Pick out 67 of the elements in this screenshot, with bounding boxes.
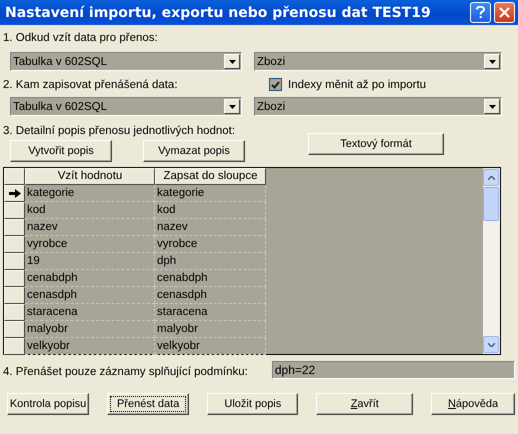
table-cell: cenasdph xyxy=(25,287,155,304)
row-header[interactable] xyxy=(4,321,25,338)
table-cell: kategorie xyxy=(155,185,266,202)
table-cell: cenabdph xyxy=(25,270,155,287)
table-cell: malyobr xyxy=(155,321,266,338)
table-cell: kategorie xyxy=(25,185,155,202)
table-cell: nazev xyxy=(25,219,155,236)
checkbox-label: Indexy měnit až po importu xyxy=(288,78,426,90)
dialog-button[interactable]: Zavřít xyxy=(316,393,414,415)
scroll-up-icon[interactable] xyxy=(483,169,499,186)
dialog-button[interactable]: Přenést data xyxy=(107,393,190,415)
table-cell: vyrobce xyxy=(25,236,155,253)
section-label: 4. Přenášet pouze záznamy splňující podmínku: xyxy=(3,366,248,378)
row-header[interactable] xyxy=(4,185,25,202)
dropdown-field[interactable]: Zbozi xyxy=(254,52,502,71)
table-cell: staracena xyxy=(155,304,266,321)
dropdown-field[interactable]: Zbozi xyxy=(254,97,502,116)
caret-icon xyxy=(488,104,496,108)
condition-field[interactable]: dph=22 xyxy=(272,361,515,379)
table-cell: nazev xyxy=(155,219,266,236)
question-icon xyxy=(476,6,485,19)
dialog-button[interactable]: Kontrola popisu xyxy=(7,393,90,415)
close-icon xyxy=(499,7,510,18)
section-label: 1. Odkud vzít data pro přenos: xyxy=(3,32,159,44)
table-cell: cenabdph xyxy=(155,270,266,287)
row-header[interactable] xyxy=(4,253,25,270)
checkbox[interactable] xyxy=(269,78,282,91)
clear-description-button[interactable]: Vymazat popis xyxy=(143,140,245,162)
scrollbar[interactable] xyxy=(483,168,500,354)
table-cell: kod xyxy=(25,202,155,219)
dropdown-field[interactable]: Tabulka v 602SQL xyxy=(10,52,242,71)
scroll-thumb[interactable] xyxy=(483,187,499,221)
section-label: 2. Kam zapisovat přenášená data: xyxy=(3,78,179,90)
caret-icon xyxy=(488,60,496,64)
row-header[interactable] xyxy=(4,236,25,253)
dropdown-field[interactable]: Tabulka v 602SQL xyxy=(10,97,242,116)
scroll-down-icon[interactable] xyxy=(483,336,499,353)
arrow-icon xyxy=(8,189,20,198)
row-header[interactable] xyxy=(4,304,25,321)
row-header[interactable] xyxy=(4,270,25,287)
check-icon xyxy=(271,80,280,88)
caret-icon xyxy=(228,104,236,108)
table-cell: dph xyxy=(155,253,266,270)
row-header[interactable] xyxy=(4,338,25,355)
table-cell: vyrobce xyxy=(155,236,266,253)
table-cell: velkyobr xyxy=(155,338,266,355)
row-header[interactable] xyxy=(4,287,25,304)
corner-header xyxy=(4,168,25,185)
table-cell: malyobr xyxy=(25,321,155,338)
table-cell: staracena xyxy=(25,304,155,321)
table-cell: 19 xyxy=(25,253,155,270)
section-label: 3. Detailní popis přenosu jednotlivých hodnot: xyxy=(3,125,236,137)
table-cell: cenasdph xyxy=(155,287,266,304)
window-title: Nastavení importu, exportu nebo přenosu dat TEST19 xyxy=(5,4,432,20)
text-format-button[interactable]: Textový formát xyxy=(308,133,444,155)
column-header[interactable]: Zapsat do sloupce xyxy=(155,168,266,185)
caret-icon xyxy=(228,60,236,64)
table-cell: velkyobr xyxy=(25,338,155,355)
row-header[interactable] xyxy=(4,219,25,236)
column-header[interactable]: Vzít hodnotu xyxy=(25,168,155,185)
create-description-button[interactable]: Vytvořit popis xyxy=(10,140,112,162)
dialog-button[interactable]: Nápověda xyxy=(431,393,516,415)
help-button[interactable] xyxy=(470,2,491,23)
dialog-button[interactable]: Uložit popis xyxy=(207,393,298,415)
table-cell: kod xyxy=(155,202,266,219)
close-button[interactable] xyxy=(494,2,515,23)
row-header[interactable] xyxy=(4,202,25,219)
